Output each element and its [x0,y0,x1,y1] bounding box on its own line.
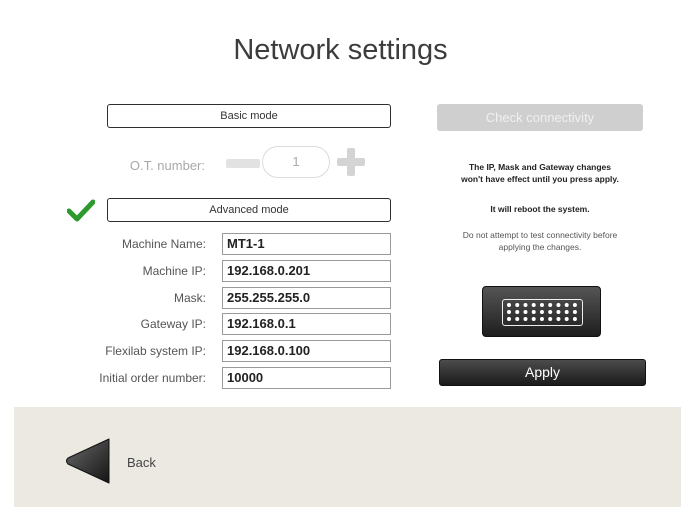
keyboard-icon [502,299,583,326]
basic-mode-button[interactable]: Basic mode [107,104,391,128]
keyboard-button[interactable] [482,286,601,337]
back-label[interactable]: Back [127,455,156,470]
apply-info-line-2: won't have effect until you press apply. [461,174,619,184]
minus-icon[interactable] [226,159,260,168]
flexilab-ip-label: Flexilab system IP: [105,344,206,358]
back-arrow-icon[interactable] [65,437,111,485]
machine-ip-label: Machine IP: [142,264,206,278]
apply-button[interactable]: Apply [439,359,646,386]
checkmark-icon [67,199,95,222]
check-connectivity-button[interactable]: Check connectivity [437,104,643,131]
footer-bar [14,407,681,507]
mask-field[interactable]: 255.255.255.0 [222,287,391,309]
machine-name-field[interactable]: MT1-1 [222,233,391,255]
gateway-ip-field[interactable]: 192.168.0.1 [222,313,391,335]
apply-info-line-1: The IP, Mask and Gateway changes [468,162,612,172]
flexilab-ip-field[interactable]: 192.168.0.100 [222,340,391,362]
plus-icon[interactable] [337,148,365,176]
machine-name-label: Machine Name: [121,237,206,251]
gateway-ip-label: Gateway IP: [140,317,206,331]
ot-number-label: O.T. number: [129,158,205,173]
connectivity-warning-line-1: Do not attempt to test connectivity befo… [462,230,618,240]
connectivity-warning-line-2: applying the changes. [498,242,582,252]
apply-info-text: The IP, Mask and Gateway changes won't h… [437,161,643,185]
mask-label: Mask: [173,291,206,305]
initial-order-number-label: Initial order number: [99,371,206,385]
initial-order-number-field[interactable]: 10000 [222,367,391,389]
page-title: Network settings [233,34,448,66]
machine-ip-field[interactable]: 192.168.0.201 [222,260,391,282]
connectivity-warning: Do not attempt to test connectivity befo… [437,229,643,253]
ot-number-value[interactable]: 1 [262,146,330,178]
reboot-note: It will reboot the system. [490,204,590,214]
advanced-mode-button[interactable]: Advanced mode [107,198,391,222]
